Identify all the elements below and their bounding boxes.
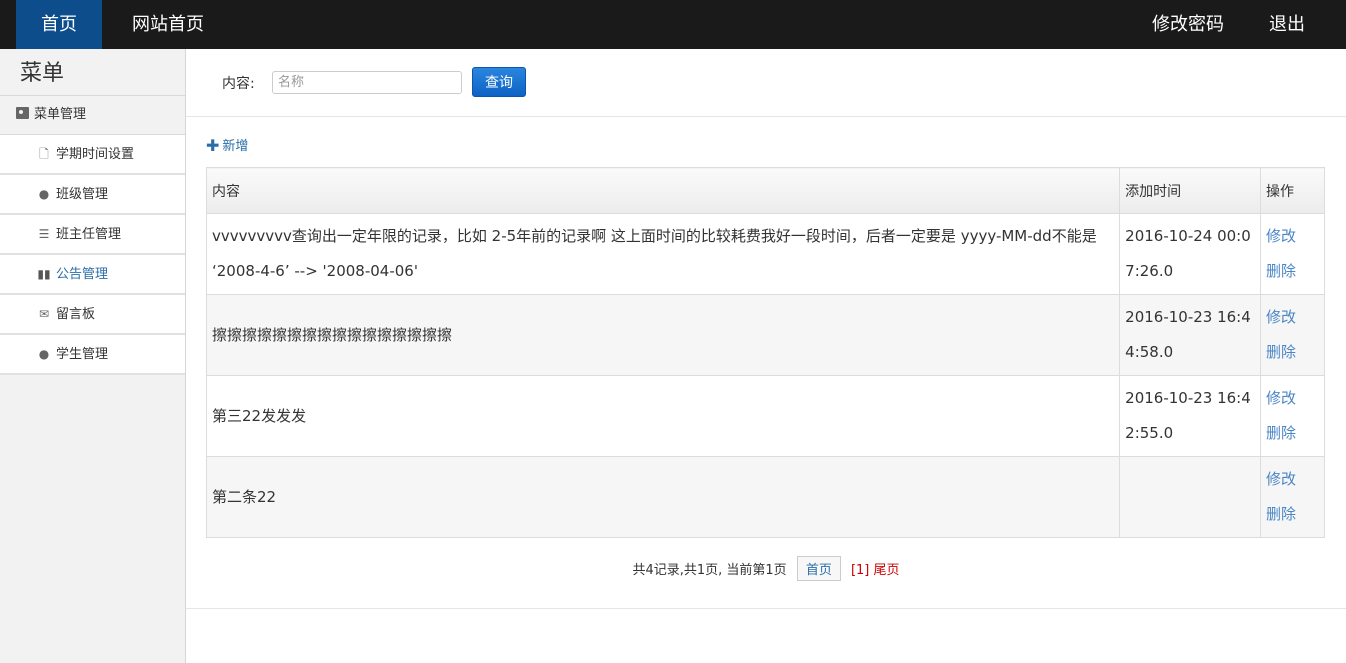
- row-content: vvvvvvvvv查询出一定年限的记录，比如 2-5年前的记录啊 这上面时间的比…: [205, 213, 1121, 295]
- pagination-summary: 共4记录,共1页, 当前第1页: [632, 563, 787, 578]
- sidebar-section-header[interactable]: 菜单管理: [0, 95, 185, 135]
- comment-icon: ●: [38, 347, 50, 361]
- last-page-link[interactable]: 尾页: [874, 563, 900, 578]
- row-actions: 修改 删除: [1260, 456, 1325, 538]
- sidebar-item-student-management[interactable]: ● 学生管理: [0, 335, 185, 375]
- current-page-link[interactable]: [1]: [851, 563, 869, 578]
- delete-link[interactable]: 删除: [1266, 254, 1319, 289]
- main-content: 内容: 查询 ✚新增 内容 添加时间 操作 vvvvvvvvv查询出一定年限的记…: [186, 49, 1346, 663]
- sidebar-item-class-management[interactable]: ● 班级管理: [0, 175, 185, 215]
- edit-link[interactable]: 修改: [1266, 381, 1319, 416]
- nav-home-link[interactable]: 首页: [16, 0, 102, 49]
- row-content: 第二条22: [205, 456, 1121, 538]
- nav-logout-link[interactable]: 退出: [1253, 0, 1321, 49]
- search-button[interactable]: 查询: [472, 67, 526, 97]
- sidebar-item-announcements[interactable]: ▮▮ 公告管理: [0, 255, 185, 295]
- delete-link[interactable]: 删除: [1266, 497, 1319, 532]
- table-row: vvvvvvvvv查询出一定年限的记录，比如 2-5年前的记录啊 这上面时间的比…: [205, 213, 1325, 295]
- table-row: 第二条22 修改 删除: [205, 456, 1325, 538]
- sidebar-title: 菜单: [20, 61, 65, 86]
- row-actions: 修改 删除: [1260, 294, 1325, 376]
- row-time: [1119, 456, 1262, 538]
- delete-link[interactable]: 删除: [1266, 335, 1319, 370]
- first-page-button[interactable]: 首页: [796, 556, 841, 581]
- sidebar-item-label: 班级管理: [56, 187, 109, 202]
- file-icon: 🗋: [39, 147, 49, 161]
- table-header-row: 内容 添加时间 操作: [205, 167, 1325, 214]
- top-nav-bar: 首页 网站首页 修改密码 退出: [0, 0, 1346, 49]
- column-header-time: 添加时间: [1119, 167, 1262, 214]
- sidebar-menu-list: 🗋 学期时间设置 ● 班级管理 ☰ 班主任管理 ▮▮ 公告管理 ✉ 留言板 ● 学生管理: [0, 135, 185, 375]
- menu-section-icon: [16, 107, 29, 119]
- add-button-label: 新增: [222, 139, 249, 154]
- search-input[interactable]: [272, 71, 462, 94]
- row-actions: 修改 删除: [1260, 213, 1325, 295]
- sidebar-item-head-teacher[interactable]: ☰ 班主任管理: [0, 215, 185, 255]
- announcement-table: 内容 添加时间 操作 vvvvvvvvv查询出一定年限的记录，比如 2-5年前的…: [205, 167, 1325, 538]
- book-icon: ▮▮: [37, 267, 51, 281]
- sidebar-item-label: 班主任管理: [56, 227, 122, 242]
- sidebar-item-label: 学生管理: [56, 347, 109, 362]
- sidebar-item-label: 学期时间设置: [56, 147, 135, 162]
- search-bar: 内容: 查询: [186, 49, 1346, 117]
- sidebar-item-message-board[interactable]: ✉ 留言板: [0, 295, 185, 335]
- table-row: 擦擦擦擦擦擦擦擦擦擦擦擦擦擦擦擦 2016-10-23 16:44:58.0 修…: [205, 294, 1325, 376]
- divider: [186, 608, 1346, 609]
- table-row: 第三22发发发 2016-10-23 16:42:55.0 修改 删除: [205, 375, 1325, 457]
- column-header-actions: 操作: [1260, 167, 1325, 214]
- envelope-icon: ✉: [38, 307, 50, 321]
- sidebar: 菜单 菜单管理 🗋 学期时间设置 ● 班级管理 ☰ 班主任管理 ▮▮ 公告管理 ✉ 留言板…: [0, 49, 186, 663]
- row-time: 2016-10-23 16:42:55.0: [1119, 375, 1262, 457]
- search-label: 内容:: [222, 76, 255, 92]
- delete-link[interactable]: 删除: [1266, 416, 1319, 451]
- column-header-content: 内容: [205, 167, 1121, 214]
- sidebar-item-label: 留言板: [56, 307, 96, 322]
- sidebar-item-semester-time[interactable]: 🗋 学期时间设置: [0, 135, 185, 175]
- comment-icon: ●: [38, 187, 50, 201]
- row-time: 2016-10-23 16:44:58.0: [1119, 294, 1262, 376]
- list-icon: ☰: [38, 227, 50, 241]
- sidebar-item-label: 公告管理: [56, 267, 109, 282]
- edit-link[interactable]: 修改: [1266, 300, 1319, 335]
- edit-link[interactable]: 修改: [1266, 462, 1319, 497]
- row-time: 2016-10-24 00:07:26.0: [1119, 213, 1262, 295]
- edit-link[interactable]: 修改: [1266, 219, 1319, 254]
- nav-site-home-link[interactable]: 网站首页: [116, 0, 220, 49]
- plus-icon: ✚: [206, 136, 220, 155]
- row-content: 擦擦擦擦擦擦擦擦擦擦擦擦擦擦擦擦: [205, 294, 1121, 376]
- row-actions: 修改 删除: [1260, 375, 1325, 457]
- nav-change-password-link[interactable]: 修改密码: [1136, 0, 1240, 49]
- row-content: 第三22发发发: [205, 375, 1121, 457]
- pagination: 共4记录,共1页, 当前第1页 首页 [1] 尾页: [186, 556, 1346, 581]
- sidebar-section-label: 菜单管理: [34, 107, 87, 122]
- add-button[interactable]: ✚ 新增: [206, 135, 248, 155]
